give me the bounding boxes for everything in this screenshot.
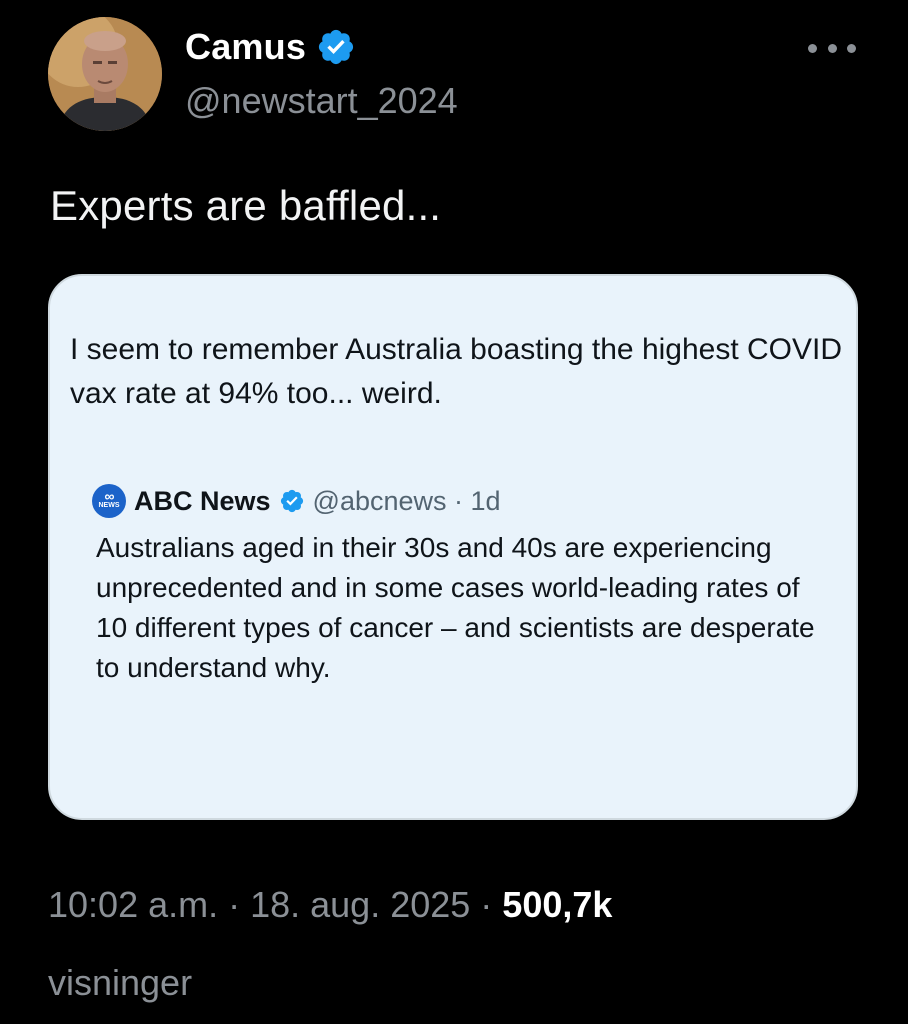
abc-news-logo: ∞ NEWS: [92, 484, 126, 518]
embedded-source-name: ABC News: [134, 485, 271, 516]
more-horizontal-icon[interactable]: [808, 38, 856, 58]
author-name-row[interactable]: Camus: [185, 22, 356, 72]
author-display-name[interactable]: Camus: [185, 26, 306, 68]
embedded-body-text: Australians aged in their 30s and 40s ar…: [96, 532, 815, 683]
embedded-quote-header: ∞ NEWS ABC News @abcnews · 1d: [92, 484, 501, 518]
tweet: Camus @newstart_2024 Experts are baffled…: [0, 0, 908, 1024]
views-label: visninger: [48, 962, 193, 1003]
verified-badge-icon: [318, 29, 354, 65]
abc-logo-label: NEWS: [98, 502, 120, 509]
avatar[interactable]: [48, 17, 162, 131]
quoted-tweet-card[interactable]: I seem to remember Australia boasting th…: [48, 274, 858, 820]
embedded-handle-time: @abcnews · 1d: [312, 485, 501, 516]
embedded-quote[interactable]: ∞ NEWS ABC News @abcnews · 1d Australian…: [92, 464, 834, 754]
timestamp[interactable]: 10:02 a.m. · 18. aug. 2025 ·: [48, 884, 502, 925]
author-handle[interactable]: @newstart_2024: [185, 80, 458, 122]
verified-badge-icon: [280, 489, 303, 513]
more-dot: [847, 43, 856, 53]
views-count: 500,7k: [502, 884, 613, 925]
tweet-meta: 10:02 a.m. · 18. aug. 2025 · 500,7k visn…: [48, 866, 868, 1022]
abc-logo-mark: ∞: [104, 488, 115, 504]
avatar-image: [48, 17, 162, 131]
tweet-text: Experts are baffled...: [50, 182, 442, 229]
more-dot: [808, 43, 817, 53]
quote-text: I seem to remember Australia boasting th…: [70, 333, 843, 410]
more-dot: [827, 43, 837, 53]
